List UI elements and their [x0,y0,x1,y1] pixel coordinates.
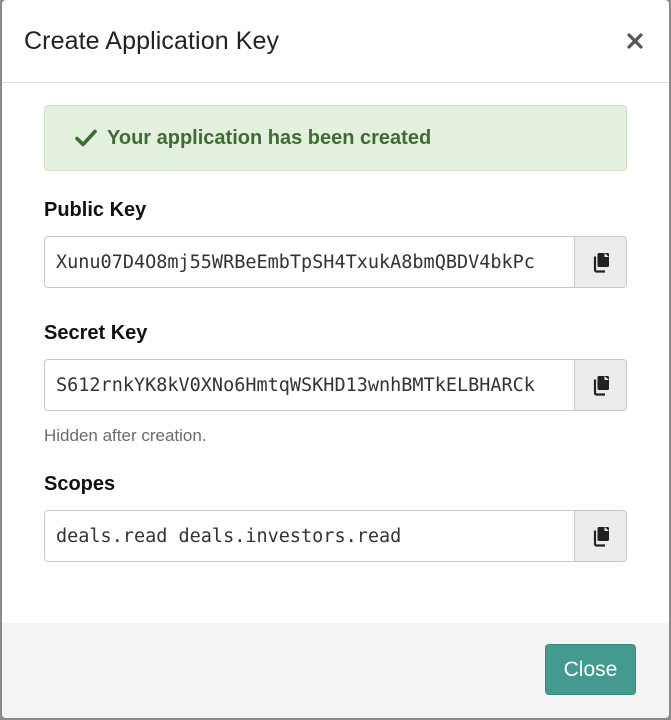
scopes-group: Scopes [44,473,627,562]
close-button[interactable]: Close [545,644,636,695]
secret-key-help-text: Hidden after creation. [44,426,207,445]
create-key-modal: Create Application Key Your application … [2,0,669,718]
check-icon [75,129,97,147]
secret-key-input[interactable] [44,359,574,411]
secret-key-label: Secret Key [44,322,148,344]
secret-key-input-group [44,359,627,411]
copy-scopes-button[interactable] [574,510,627,562]
success-alert: Your application has been created [44,105,627,171]
close-icon[interactable] [621,27,649,55]
modal-title: Create Application Key [24,26,280,55]
scopes-input[interactable] [44,510,574,562]
copy-secret-key-button[interactable] [574,359,627,411]
copy-public-key-button[interactable] [574,236,627,288]
public-key-input[interactable] [44,236,574,288]
public-key-input-group [44,236,627,288]
success-message: Your application has been created [107,126,432,149]
modal-header: Create Application Key [2,0,669,83]
scopes-label: Scopes [44,473,116,495]
modal-body: Your application has been created Public… [2,83,669,623]
copy-icon [593,252,609,273]
scopes-input-group [44,510,627,562]
modal-footer: Close [2,623,669,718]
copy-icon [593,526,609,547]
public-key-group: Public Key [44,199,627,288]
copy-icon [593,375,609,396]
public-key-label: Public Key [44,199,147,221]
secret-key-group: Secret Key Hidden after creation. [44,322,627,446]
